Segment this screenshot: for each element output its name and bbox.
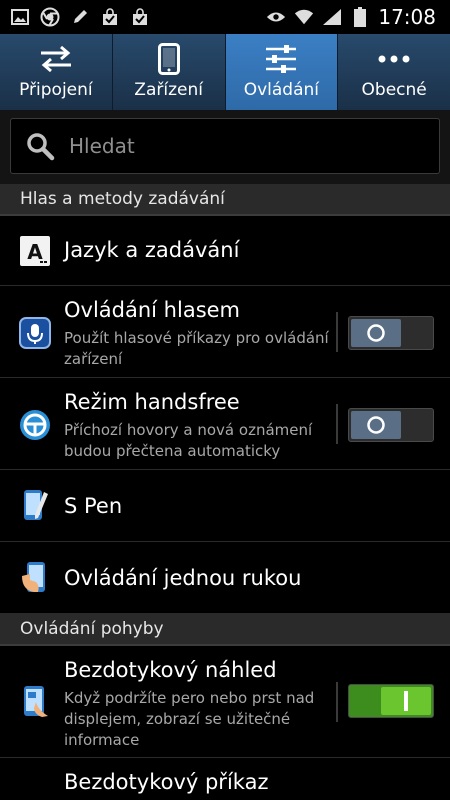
one-hand-icon bbox=[22, 562, 45, 592]
row-divider bbox=[336, 682, 338, 722]
svg-text:A: A bbox=[27, 240, 43, 264]
keyboard-a-icon: A bbox=[20, 236, 50, 266]
tab-general[interactable]: Obecné bbox=[338, 34, 450, 110]
search-area bbox=[0, 110, 450, 186]
item-subtitle: Když podržíte pero nebo prst nad displej… bbox=[64, 689, 315, 749]
section-header-motion-control: Ovládání pohyby bbox=[0, 614, 450, 646]
voice-control-toggle[interactable] bbox=[348, 316, 434, 350]
battery-icon bbox=[350, 7, 370, 27]
section-header-voice-input: Hlas a metody zadávání bbox=[0, 184, 450, 216]
tab-label: Ovládání bbox=[243, 80, 320, 100]
sliders-icon bbox=[261, 42, 301, 76]
bag-check-icon bbox=[130, 7, 150, 27]
air-view-toggle[interactable] bbox=[348, 684, 434, 718]
section-title: Hlas a metody zadávání bbox=[20, 189, 225, 209]
eye-icon bbox=[266, 7, 286, 27]
item-voice-control[interactable]: Ovládání hlasem Použít hlasové příkazy p… bbox=[0, 286, 450, 378]
toggle-knob bbox=[351, 319, 401, 347]
tab-connections[interactable]: Připojení bbox=[0, 34, 113, 110]
air-view-icon bbox=[24, 686, 48, 717]
tab-device[interactable]: Zařízení bbox=[112, 34, 226, 110]
search-box[interactable] bbox=[10, 118, 440, 174]
item-language-input[interactable]: A Jazyk a zadávání bbox=[0, 216, 450, 286]
toggle-knob bbox=[351, 411, 401, 439]
item-title: Ovládání jednou rukou bbox=[64, 566, 302, 590]
item-title: Jazyk a zadávání bbox=[64, 238, 240, 262]
section-title: Ovládání pohyby bbox=[20, 619, 164, 639]
search-input[interactable] bbox=[67, 133, 411, 159]
gallery-icon bbox=[10, 7, 30, 27]
pen-icon bbox=[70, 7, 90, 27]
steering-wheel-icon bbox=[20, 410, 50, 440]
arrows-swap-icon bbox=[36, 42, 76, 76]
s-pen-icon bbox=[24, 490, 48, 520]
item-air-command[interactable]: Bezdotykový příkaz bbox=[0, 758, 450, 800]
microphone-icon bbox=[19, 317, 51, 349]
tab-controls[interactable]: Ovládání bbox=[225, 34, 339, 110]
item-title: Bezdotykový náhled bbox=[64, 658, 277, 682]
tab-label: Připojení bbox=[19, 80, 93, 100]
item-subtitle: Příchozí hovory a nová oznámení budou př… bbox=[64, 421, 313, 460]
handsfree-toggle[interactable] bbox=[348, 408, 434, 442]
search-icon bbox=[27, 133, 55, 161]
wifi-icon bbox=[294, 7, 314, 27]
bag-check-icon bbox=[100, 7, 120, 27]
tab-label: Obecné bbox=[361, 80, 427, 100]
signal-icon bbox=[322, 7, 342, 27]
item-s-pen[interactable]: S Pen bbox=[0, 470, 450, 542]
settings-tabs: Připojení Zařízení Ovládání Obecné bbox=[0, 34, 450, 110]
status-bar: 17:08 bbox=[0, 0, 450, 34]
item-title: S Pen bbox=[64, 494, 123, 518]
item-subtitle: Použít hlasové příkazy pro ovládání zaří… bbox=[64, 329, 329, 368]
more-dots-icon bbox=[374, 42, 414, 76]
tab-label: Zařízení bbox=[134, 80, 203, 100]
item-title: Ovládání hlasem bbox=[64, 298, 241, 322]
phone-icon bbox=[149, 42, 189, 76]
item-handsfree-mode[interactable]: Režim handsfree Příchozí hovory a nová o… bbox=[0, 378, 450, 470]
chrome-icon bbox=[40, 7, 60, 27]
status-time: 17:08 bbox=[378, 5, 436, 29]
row-divider bbox=[336, 404, 338, 444]
item-one-handed[interactable]: Ovládání jednou rukou bbox=[0, 542, 450, 614]
row-divider bbox=[336, 312, 338, 352]
toggle-knob bbox=[381, 687, 431, 715]
item-title: Bezdotykový příkaz bbox=[64, 770, 269, 794]
item-air-view[interactable]: Bezdotykový náhled Když podržíte pero ne… bbox=[0, 646, 450, 758]
item-title: Režim handsfree bbox=[64, 390, 240, 414]
